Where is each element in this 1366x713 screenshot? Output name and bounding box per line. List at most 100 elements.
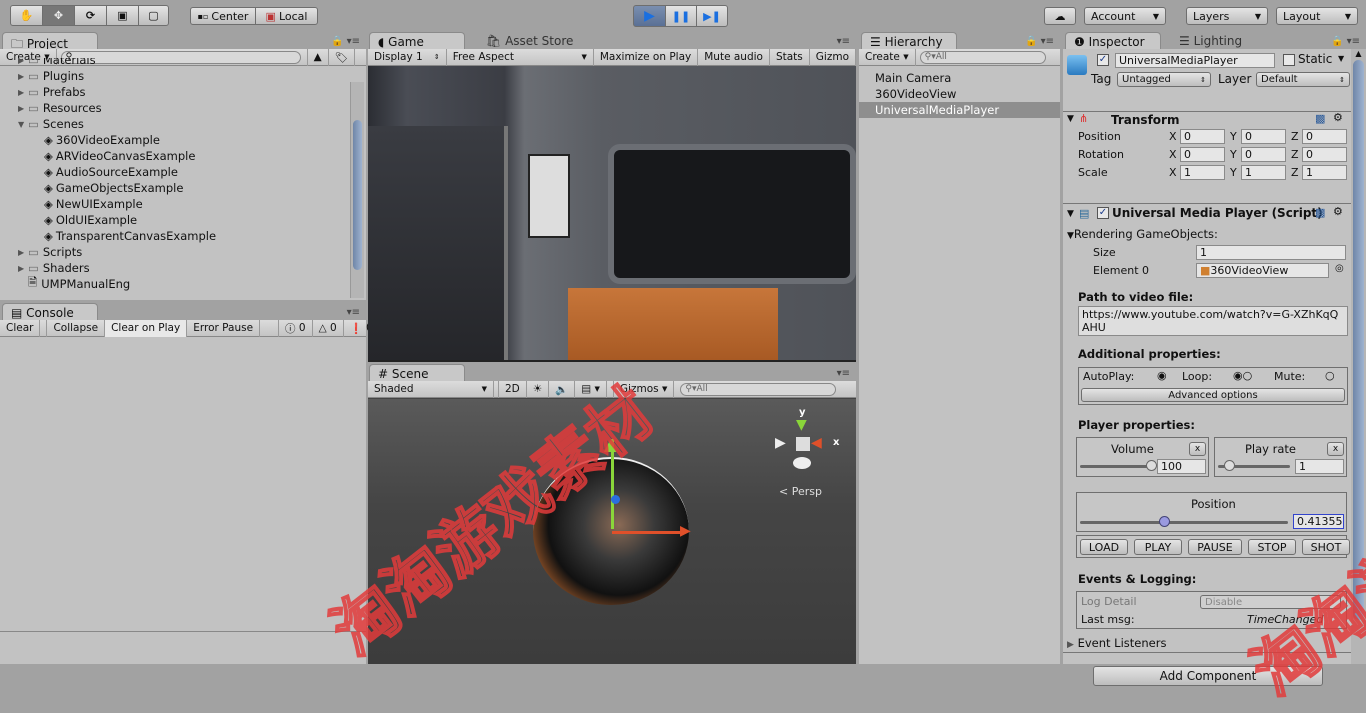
position-z-input[interactable]: 0 xyxy=(1302,129,1347,144)
script-enabled-checkbox[interactable]: ✓ xyxy=(1097,207,1109,219)
hierarchy-item[interactable]: Main Camera xyxy=(859,70,1060,86)
position-input[interactable]: 0.41355 xyxy=(1293,514,1344,529)
position-x-input[interactable]: 0 xyxy=(1180,129,1225,144)
foldout-arrow-icon[interactable]: ▶ xyxy=(18,72,28,81)
panel-menu-icon[interactable]: 🔒 ▾≡ xyxy=(1331,36,1360,47)
object-picker-icon[interactable]: ◎ xyxy=(1335,263,1344,274)
tab-hierarchy[interactable]: ☰ Hierarchy xyxy=(861,32,957,50)
scale-tool-button[interactable]: ▣ xyxy=(106,5,139,26)
project-scrollbar[interactable] xyxy=(350,82,364,298)
gizmo-neg-y-cone[interactable] xyxy=(793,457,811,469)
cloud-button[interactable]: ☁ xyxy=(1044,7,1076,25)
project-item[interactable]: ◈ 360VideoExample xyxy=(44,132,160,148)
tab-lighting[interactable]: ☰ Lighting xyxy=(1171,32,1250,50)
panel-menu-icon[interactable]: ▾≡ xyxy=(837,368,850,379)
tab-inspector[interactable]: ❶ Inspector xyxy=(1065,32,1161,50)
pause-button[interactable]: PAUSE xyxy=(1188,539,1242,555)
panel-menu-icon[interactable]: ▾≡ xyxy=(837,36,850,47)
maximize-on-play-toggle[interactable]: Maximize on Play xyxy=(594,48,699,66)
tab-console[interactable]: ▤ Console xyxy=(2,303,98,321)
tag-dropdown[interactable]: Untagged ⇕ xyxy=(1117,72,1211,87)
log-detail-dropdown[interactable]: Disable ⇕ xyxy=(1200,595,1341,609)
static-checkbox[interactable] xyxy=(1283,54,1295,66)
playrate-input[interactable]: 1 xyxy=(1295,459,1344,474)
project-item[interactable]: ◈ ARVideoCanvasExample xyxy=(44,148,195,164)
panel-menu-icon[interactable]: 🔒 ▾≡ xyxy=(331,36,360,47)
rotation-y-input[interactable]: 0 xyxy=(1241,147,1286,162)
object-name-input[interactable]: UniversalMediaPlayer xyxy=(1115,53,1275,68)
tab-scene[interactable]: # Scene xyxy=(369,364,465,382)
create-dropdown[interactable]: Create ▼ xyxy=(859,48,916,66)
layers-dropdown[interactable]: Layers ▼ xyxy=(1186,7,1268,25)
volume-input[interactable]: 100 xyxy=(1157,459,1206,474)
scale-x-input[interactable]: 1 xyxy=(1180,165,1225,180)
scale-z-input[interactable]: 1 xyxy=(1302,165,1347,180)
foldout-arrow-icon[interactable]: ▶ xyxy=(18,104,28,113)
move-tool-button[interactable]: ✥ xyxy=(42,5,75,26)
project-item[interactable]: 🗎 UMPManualEng xyxy=(18,275,130,292)
layer-dropdown[interactable]: Default ⇕ xyxy=(1256,72,1350,87)
event-listeners-foldout[interactable]: ▶ Event Listeners xyxy=(1067,636,1166,650)
static-dropdown-icon[interactable]: ▼ xyxy=(1338,54,1344,63)
project-item[interactable]: ▶ ▭ Plugins xyxy=(18,68,84,84)
load-button[interactable]: LOAD xyxy=(1080,539,1128,555)
game-viewport[interactable] xyxy=(368,66,856,360)
autoplay-radio[interactable]: ◉ xyxy=(1157,369,1167,382)
layout-dropdown[interactable]: Layout ▼ xyxy=(1276,7,1358,25)
gear-icon[interactable]: ⚙ xyxy=(1333,205,1343,218)
project-item[interactable]: ◈ GameObjectsExample xyxy=(44,180,183,196)
axis-label-z[interactable]: Z xyxy=(1291,148,1299,161)
axis-label-z[interactable]: Z xyxy=(1291,130,1299,143)
foldout-arrow-icon[interactable]: ▶ xyxy=(18,248,28,257)
axis-label-z[interactable]: Z xyxy=(1291,166,1299,179)
stop-button[interactable]: STOP xyxy=(1248,539,1296,555)
path-textarea[interactable]: https://www.youtube.com/watch?v=G-XZhKqQ… xyxy=(1078,306,1348,336)
audio-toggle[interactable]: 🔈 xyxy=(549,380,576,398)
x-axis-handle[interactable] xyxy=(612,531,682,534)
play-button[interactable]: ▶ xyxy=(633,5,666,27)
panel-menu-icon[interactable]: 🔒 ▾≡ xyxy=(1025,36,1054,47)
hierarchy-search-input[interactable]: ⚲▾All xyxy=(919,50,1046,64)
tab-game[interactable]: ◖ Game xyxy=(369,32,465,50)
project-item[interactable]: ▶ ▭ Prefabs xyxy=(18,84,86,100)
size-input[interactable]: 1 xyxy=(1196,245,1346,260)
error-pause-toggle[interactable]: Error Pause xyxy=(187,319,261,337)
gizmo-x-cone[interactable]: ◀ xyxy=(811,435,822,451)
mute-radio[interactable]: ○ xyxy=(1325,369,1335,382)
orientation-gizmo[interactable]: y ▼ ◀ x ▶ < Persp xyxy=(773,407,853,498)
gizmos-toggle[interactable]: Gizmo xyxy=(810,48,856,66)
project-item[interactable]: ◈ OldUIExample xyxy=(44,212,137,228)
element0-object-field[interactable]: ■360VideoView xyxy=(1196,263,1329,278)
rotate-tool-button[interactable]: ⟳ xyxy=(74,5,107,26)
advanced-options-button[interactable]: Advanced options xyxy=(1081,388,1345,402)
foldout-arrow-icon[interactable]: ▶ xyxy=(18,58,28,65)
scroll-thumb[interactable] xyxy=(353,120,362,270)
pause-button[interactable]: ❚❚ xyxy=(665,5,697,27)
foldout-arrow-icon[interactable]: ▼ xyxy=(18,120,28,129)
position-y-input[interactable]: 0 xyxy=(1241,129,1286,144)
collapse-button[interactable]: Collapse xyxy=(46,319,106,337)
axis-label-y[interactable]: Y xyxy=(1230,166,1237,179)
tab-asset-store[interactable]: 🛍 Asset Store xyxy=(478,32,581,50)
gizmo-y-cone[interactable]: ▼ xyxy=(796,417,807,433)
aspect-dropdown[interactable]: Free Aspect ▼ xyxy=(447,48,594,66)
stats-toggle[interactable]: Stats xyxy=(770,48,810,66)
pivot-local-button[interactable]: ▣ Local xyxy=(255,7,318,25)
shot-button[interactable]: SHOT xyxy=(1302,539,1350,555)
project-item[interactable]: ◈ TransparentCanvasExample xyxy=(44,228,216,244)
axis-label-x[interactable]: X xyxy=(1169,130,1177,143)
2d-toggle[interactable]: 2D xyxy=(498,380,527,398)
position-slider[interactable] xyxy=(1080,521,1288,524)
play-button[interactable]: PLAY xyxy=(1134,539,1182,555)
project-item[interactable]: ▶ ▭ Scripts xyxy=(18,244,82,260)
axis-label-x[interactable]: X xyxy=(1169,166,1177,179)
project-item[interactable]: ▼ ▭ Scenes xyxy=(18,116,84,132)
position-slider-thumb[interactable] xyxy=(1159,516,1171,527)
script-foldout[interactable]: ▼ xyxy=(1067,209,1074,219)
hand-tool-button[interactable]: ✋ xyxy=(10,5,43,26)
clear-on-play-toggle[interactable]: Clear on Play xyxy=(105,319,188,337)
scroll-thumb[interactable] xyxy=(1353,60,1364,620)
help-icon[interactable]: ▩ xyxy=(1315,206,1325,219)
scroll-up-icon[interactable]: ▲ xyxy=(1351,49,1366,58)
volume-slider-thumb[interactable] xyxy=(1146,460,1157,471)
